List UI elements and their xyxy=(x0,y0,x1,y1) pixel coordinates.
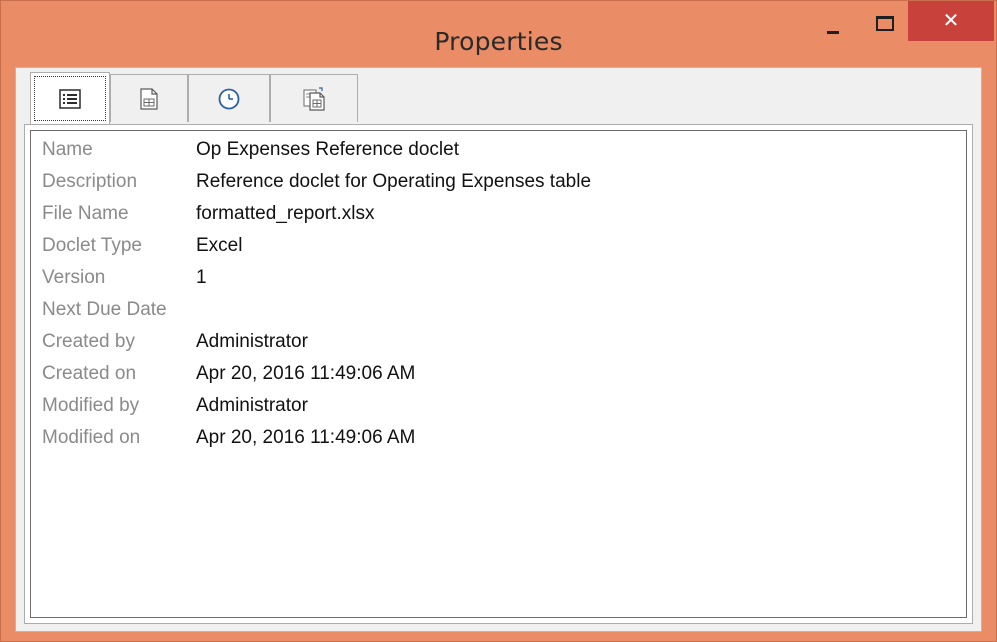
property-row-modified-on: Modified on Apr 20, 2016 11:49:06 AM xyxy=(31,423,966,453)
clock-icon xyxy=(218,88,240,109)
property-row-next-due-date: Next Due Date xyxy=(31,295,966,325)
tab-versions[interactable] xyxy=(270,74,358,122)
maximize-button[interactable] xyxy=(865,11,903,39)
document-icon xyxy=(140,87,158,110)
maximize-icon xyxy=(876,16,894,31)
property-value: Administrator xyxy=(196,395,308,416)
close-icon: ✕ xyxy=(942,8,960,32)
property-value: Apr 20, 2016 11:49:06 AM xyxy=(196,363,416,384)
property-label: Description xyxy=(42,171,138,192)
property-label: Created by xyxy=(42,331,135,352)
property-row-name: Name Op Expenses Reference doclet xyxy=(31,135,966,165)
minimize-button[interactable] xyxy=(813,11,853,39)
close-button[interactable]: ✕ xyxy=(908,1,994,41)
tab-document[interactable] xyxy=(110,74,188,122)
property-value: Reference doclet for Operating Expenses … xyxy=(196,171,592,192)
property-label: Name xyxy=(42,139,93,160)
property-value: Op Expenses Reference doclet xyxy=(196,139,459,160)
tab-properties[interactable] xyxy=(30,72,110,124)
properties-window: Properties ✕ Name Op Expenses Reference … xyxy=(0,0,997,642)
property-row-description: Description Reference doclet for Operati… xyxy=(31,167,966,197)
property-row-modified-by: Modified by Administrator xyxy=(31,391,966,421)
properties-list: Name Op Expenses Reference doclet Descri… xyxy=(30,130,967,618)
property-row-version: Version 1 xyxy=(31,263,966,293)
property-row-created-on: Created on Apr 20, 2016 11:49:06 AM xyxy=(31,359,966,389)
property-value: formatted_report.xlsx xyxy=(196,203,375,224)
property-row-doclet-type: Doclet Type Excel xyxy=(31,231,966,261)
title-bar[interactable]: Properties ✕ xyxy=(1,1,996,67)
property-label: Next Due Date xyxy=(42,299,167,320)
property-label: Modified by xyxy=(42,395,140,416)
property-value: Administrator xyxy=(196,331,308,352)
property-label: File Name xyxy=(42,203,129,224)
property-value: Excel xyxy=(196,235,243,256)
property-label: Created on xyxy=(42,363,137,384)
property-label: Doclet Type xyxy=(42,235,142,256)
document-copy-icon xyxy=(303,86,325,111)
list-properties-icon xyxy=(59,88,81,109)
tab-history[interactable] xyxy=(188,74,270,122)
property-row-file-name: File Name formatted_report.xlsx xyxy=(31,199,966,229)
property-label: Modified on xyxy=(42,427,141,448)
dialog-client-area: Name Op Expenses Reference doclet Descri… xyxy=(15,67,982,632)
minimize-icon xyxy=(827,31,839,34)
property-value: 1 xyxy=(196,267,207,288)
property-row-created-by: Created by Administrator xyxy=(31,327,966,357)
property-value: Apr 20, 2016 11:49:06 AM xyxy=(196,427,416,448)
property-label: Version xyxy=(42,267,106,288)
